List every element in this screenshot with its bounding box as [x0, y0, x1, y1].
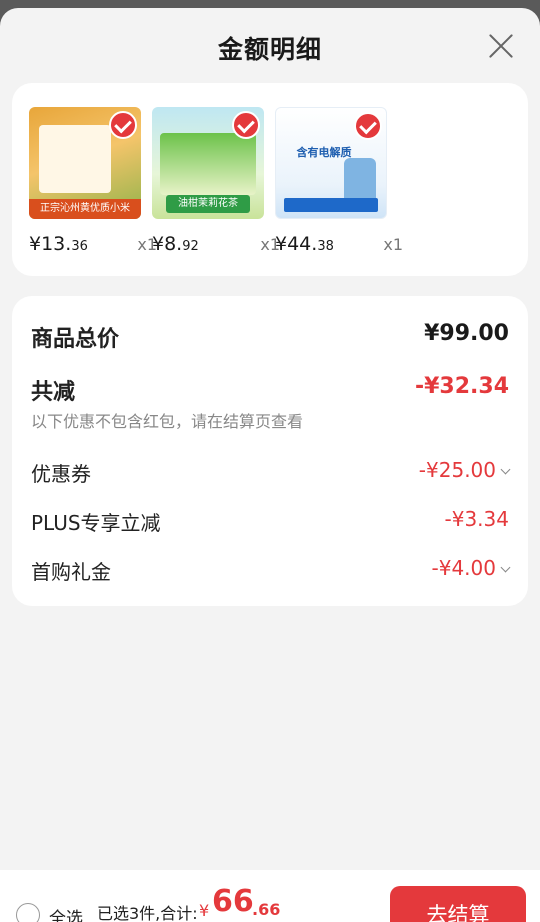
- product-price: ¥13.36: [29, 233, 88, 255]
- select-all-label[interactable]: 全选: [49, 904, 83, 922]
- total-currency: ¥: [199, 901, 210, 920]
- selected-count-text: 已选3件,合计:: [97, 904, 198, 922]
- goods-total-value: ¥99.00: [424, 321, 509, 346]
- product-price: ¥8.92: [152, 233, 199, 255]
- close-icon[interactable]: [486, 30, 516, 60]
- chevron-down-icon[interactable]: [500, 562, 511, 573]
- selected-check-icon[interactable]: [109, 111, 137, 139]
- plus-row: PLUS专享立减 -¥3.34: [31, 507, 509, 537]
- chevron-down-icon[interactable]: [500, 464, 511, 475]
- product-item[interactable]: 正宗沁州黄优质小米 ¥13.36 x1: [29, 107, 157, 255]
- first-purchase-row[interactable]: 首购礼金 -¥4.00: [31, 556, 511, 586]
- reduction-row: 共减 -¥32.34: [31, 374, 509, 405]
- plus-label: PLUS专享立减: [31, 511, 161, 535]
- selected-check-icon[interactable]: [232, 111, 260, 139]
- reduction-label: 共减: [31, 380, 76, 405]
- first-purchase-value: -¥4.00: [431, 556, 496, 580]
- product-price: ¥44.38: [275, 233, 334, 255]
- first-purchase-label: 首购礼金: [31, 560, 111, 584]
- product-image: 含有电解质: [275, 107, 387, 219]
- checkout-bar: 全选 已选3件,合计: ¥ 66 .66 去结算: [0, 870, 540, 922]
- total-amount-decimal: .66: [252, 900, 281, 919]
- coupon-label: 优惠券: [31, 462, 91, 486]
- product-qty: x1: [383, 235, 403, 254]
- product-item[interactable]: 含有电解质 ¥44.38 x1: [275, 107, 403, 255]
- select-all-radio[interactable]: [16, 903, 40, 922]
- goods-total-label: 商品总价: [31, 327, 120, 352]
- product-name: 油柑茉莉花茶: [166, 195, 250, 213]
- product-image: 正宗沁州黄优质小米: [29, 107, 141, 219]
- discount-note: 以下优惠不包含红包，请在结算页查看: [31, 412, 304, 431]
- checkout-button[interactable]: 去结算: [390, 886, 526, 922]
- selected-check-icon[interactable]: [354, 112, 382, 140]
- coupon-value: -¥25.00: [418, 458, 496, 482]
- sheet-title: 金额明细: [217, 35, 322, 64]
- amount-detail-sheet: 金额明细 正宗沁州黄优质小米 ¥13.36 x1 油柑茉莉花茶 ¥8.92 x1…: [0, 8, 540, 922]
- product-item[interactable]: 油柑茉莉花茶 ¥8.92 x1: [152, 107, 280, 255]
- coupon-row[interactable]: 优惠券 -¥25.00: [31, 458, 511, 488]
- product-name: 正宗沁州黄优质小米: [29, 199, 141, 219]
- price-summary-card: 商品总价 ¥99.00 共减 -¥32.34 以下优惠不包含红包，请在结算页查看…: [12, 296, 528, 606]
- product-image: 油柑茉莉花茶: [152, 107, 264, 219]
- product-list-card: 正宗沁州黄优质小米 ¥13.36 x1 油柑茉莉花茶 ¥8.92 x1 含有电解…: [12, 83, 528, 276]
- goods-total-row: 商品总价 ¥99.00: [31, 321, 509, 352]
- reduction-value: -¥32.34: [414, 374, 509, 399]
- plus-value: -¥3.34: [444, 507, 509, 531]
- total-amount: 66: [212, 884, 254, 919]
